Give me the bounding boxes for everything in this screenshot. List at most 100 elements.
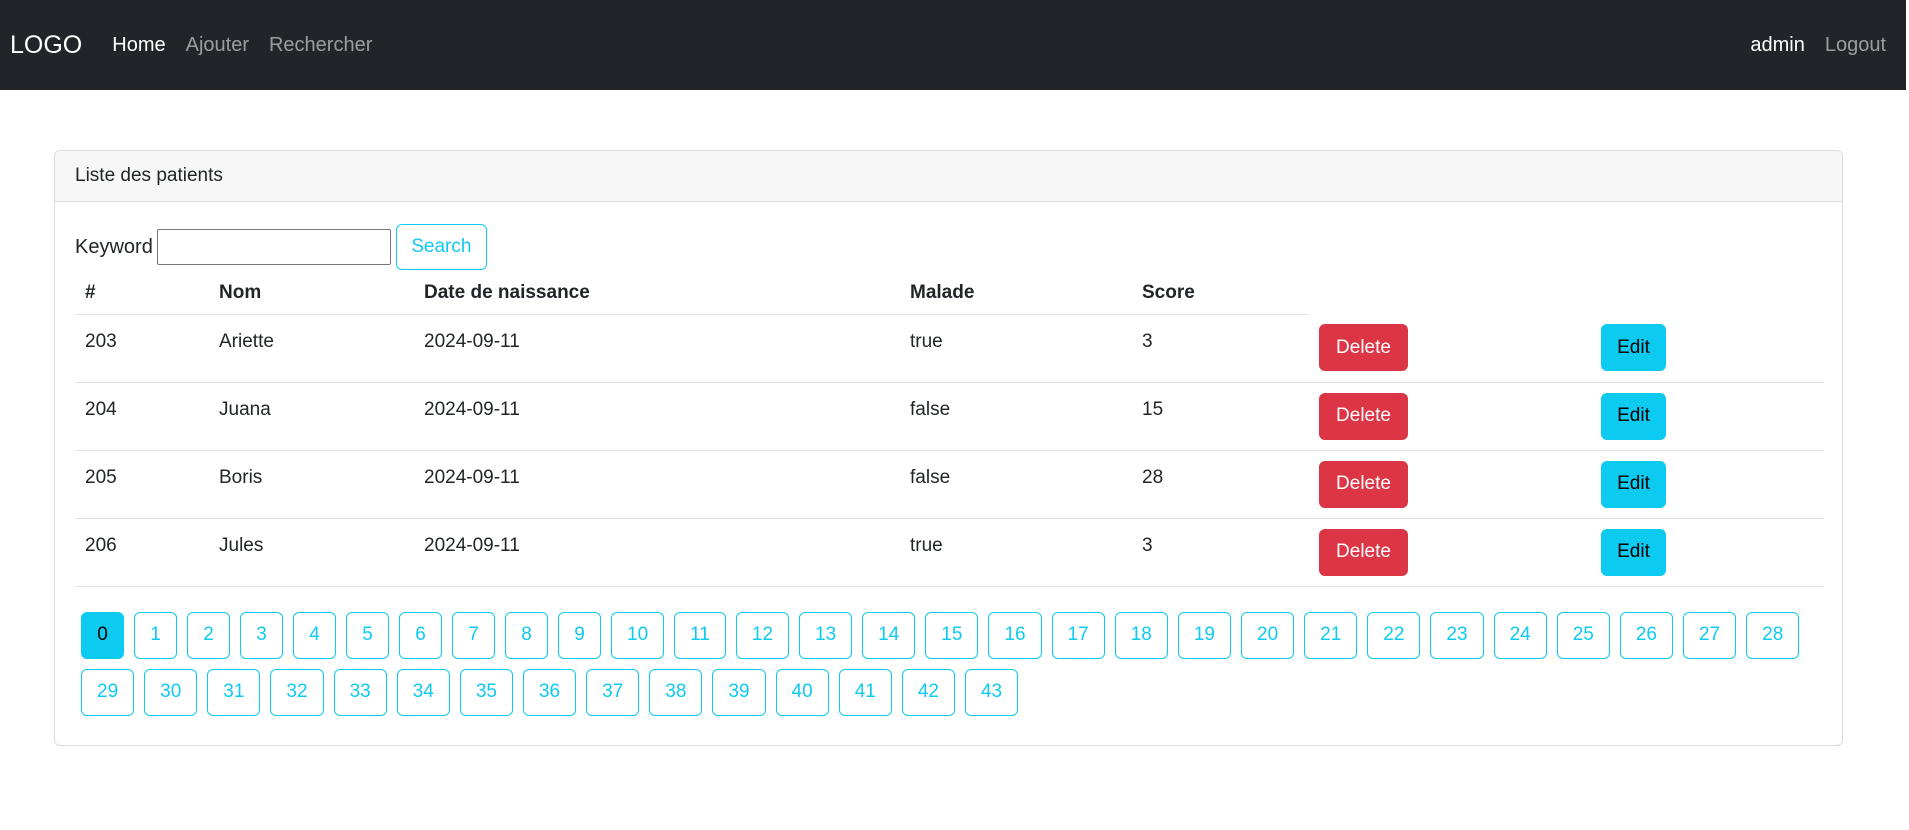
edit-button[interactable]: Edit [1601,324,1666,371]
page-button-7[interactable]: 7 [452,611,495,659]
page-button-11[interactable]: 11 [674,611,726,659]
page-button-30[interactable]: 30 [144,668,198,716]
delete-button[interactable]: Delete [1319,392,1408,440]
page-button-27[interactable]: 27 [1682,611,1737,659]
keyword-input[interactable] [156,229,391,265]
cell-id: 206 [75,518,209,587]
search-form: Keyword Search [75,224,1822,270]
page-button-15[interactable]: 15 [925,611,979,659]
page-button-18[interactable]: 18 [1114,611,1168,659]
cell-malade: false [900,450,1132,519]
page-button-5[interactable]: 5 [346,611,389,659]
page-button-14[interactable]: 14 [862,611,916,659]
nav-logout[interactable]: Logout [1825,34,1886,57]
cell-nom: Boris [209,450,414,519]
page-button-25[interactable]: 25 [1556,611,1610,659]
cell-id: 203 [75,314,209,383]
page-button-24[interactable]: 24 [1493,611,1547,659]
page-button-17[interactable]: 17 [1051,611,1105,659]
page-button-32[interactable]: 32 [270,668,324,716]
card-header: Liste des patients [55,151,1842,202]
edit-button[interactable]: Edit [1601,392,1666,440]
table-row: 205 Boris 2024-09-11 false 28 Delete Edi… [75,450,1824,519]
cell-malade: true [900,518,1132,587]
cell-date: 2024-09-11 [414,450,900,519]
cell-id: 204 [75,382,209,451]
page-button-8[interactable]: 8 [505,611,548,659]
cell-score: 3 [1132,314,1309,383]
page-button-43[interactable]: 43 [964,668,1019,716]
cell-score: 15 [1132,382,1309,451]
nav-link-ajouter[interactable]: Ajouter [186,34,249,57]
header-score: Score [1132,272,1309,315]
top-navbar: LOGO Home Ajouter Rechercher admin Logou… [0,0,1906,90]
patients-table: # Nom Date de naissance Malade Score 203… [75,272,1824,587]
header-nom: Nom [209,272,414,315]
table-row: 204 Juana 2024-09-11 false 15 Delete Edi… [75,382,1824,451]
cell-malade: true [900,314,1132,383]
brand-logo[interactable]: LOGO [10,31,82,60]
header-delete-empty [1309,272,1591,314]
page-button-16[interactable]: 16 [988,611,1042,659]
page-button-20[interactable]: 20 [1241,611,1295,659]
delete-button[interactable]: Delete [1319,324,1408,371]
page-button-6[interactable]: 6 [399,611,442,659]
header-malade: Malade [900,272,1132,315]
page-button-10[interactable]: 10 [611,611,665,659]
cell-date: 2024-09-11 [414,518,900,587]
nav-user-admin[interactable]: admin [1750,34,1804,57]
edit-button[interactable]: Edit [1601,460,1666,508]
cell-date: 2024-09-11 [414,314,900,383]
page-button-42[interactable]: 42 [901,668,955,716]
cell-nom: Ariette [209,314,414,383]
nav-link-home[interactable]: Home [112,34,165,57]
page-button-26[interactable]: 26 [1619,611,1673,659]
page-button-19[interactable]: 19 [1177,611,1231,659]
page-button-28[interactable]: 28 [1746,611,1800,659]
page-button-41[interactable]: 41 [838,668,892,716]
cell-malade: false [900,382,1132,451]
cell-score: 28 [1132,450,1309,519]
table-row: 206 Jules 2024-09-11 true 3 Delete Edit [75,518,1824,587]
page-button-31[interactable]: 31 [207,668,261,716]
page-button-12[interactable]: 12 [735,611,790,659]
cell-nom: Juana [209,382,414,451]
navbar-right: admin Logout [1740,34,1896,57]
page-button-34[interactable]: 34 [396,668,450,716]
page-button-21[interactable]: 21 [1304,611,1358,659]
header-date: Date de naissance [414,272,900,315]
cell-date: 2024-09-11 [414,382,900,451]
page-button-36[interactable]: 36 [522,668,577,716]
table-row: 203 Ariette 2024-09-11 true 3 Delete Edi… [75,314,1824,383]
patients-card: Liste des patients Keyword Search # Nom [54,150,1843,746]
cell-id: 205 [75,450,209,519]
table-header-row: # Nom Date de naissance Malade Score [75,272,1824,315]
page-button-29[interactable]: 29 [81,668,135,716]
pagination: 0 1 2 3 4 5 6 7 8 9 10 11 12 13 14 15 16 17 18 19 20 21 22 23 24… [81,611,1811,726]
page-button-37[interactable]: 37 [586,668,640,716]
delete-button[interactable]: Delete [1319,460,1408,508]
page-button-38[interactable]: 38 [649,668,703,716]
page-button-4[interactable]: 4 [293,611,336,659]
delete-button[interactable]: Delete [1319,528,1408,576]
search-button[interactable]: Search [395,224,487,270]
header-edit-empty [1591,272,1824,314]
page-button-40[interactable]: 40 [775,668,829,716]
page-button-3[interactable]: 3 [240,611,283,659]
nav-link-rechercher[interactable]: Rechercher [269,34,372,57]
cell-score: 3 [1132,518,1309,587]
card-body: Keyword Search # Nom Date de naissance M… [55,224,1842,726]
page-button-23[interactable]: 23 [1430,611,1484,659]
page-button-22[interactable]: 22 [1367,611,1421,659]
page-button-9[interactable]: 9 [558,611,601,659]
page-button-2[interactable]: 2 [187,611,230,659]
page-button-0[interactable]: 0 [81,611,124,659]
page-button-35[interactable]: 35 [459,668,513,716]
edit-button[interactable]: Edit [1601,528,1666,576]
cell-nom: Jules [209,518,414,587]
page-button-13[interactable]: 13 [799,611,853,659]
page-button-1[interactable]: 1 [134,611,177,659]
page-button-33[interactable]: 33 [333,668,387,716]
page-button-39[interactable]: 39 [712,668,766,716]
keyword-label: Keyword [75,235,153,258]
